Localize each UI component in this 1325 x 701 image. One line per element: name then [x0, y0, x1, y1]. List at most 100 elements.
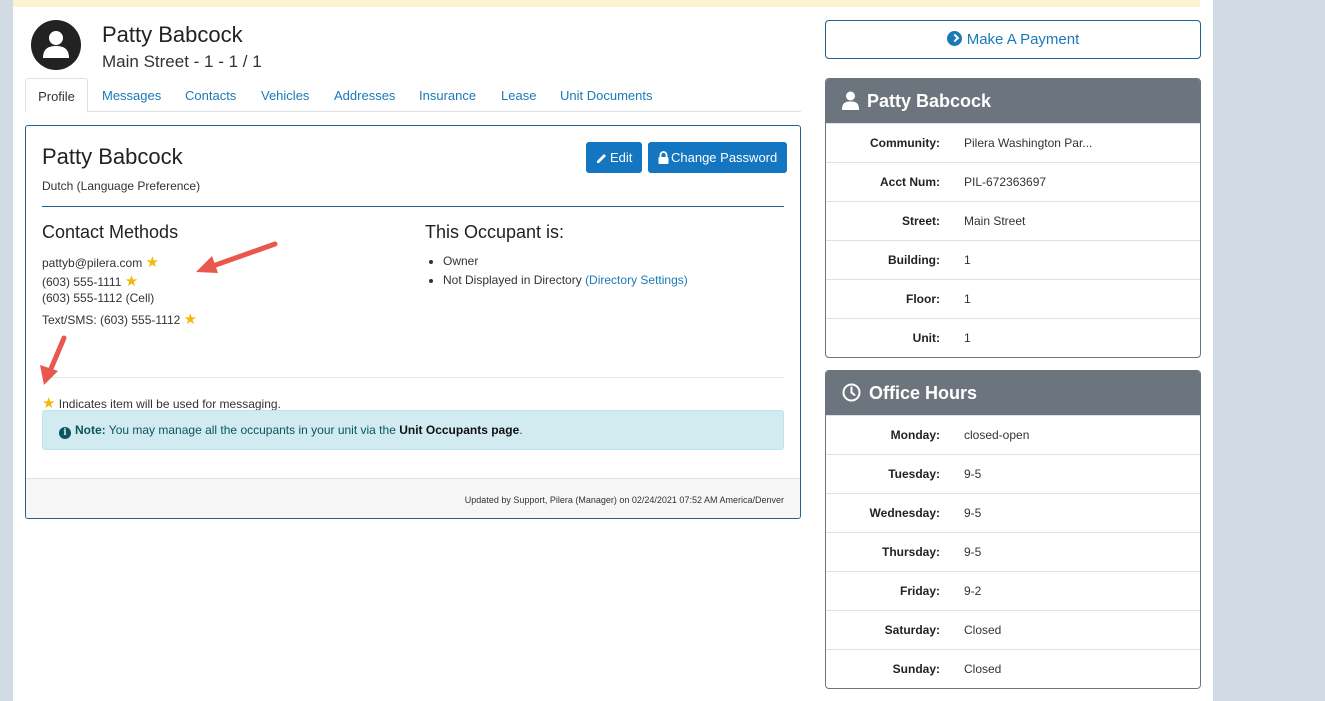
occupant-status-list: Owner Not Displayed in Directory (Direct…: [429, 254, 688, 292]
tab-insurance[interactable]: Insurance: [419, 78, 476, 112]
edit-button[interactable]: Edit: [586, 142, 643, 173]
info-note: i Note: You may manage all the occupants …: [42, 410, 784, 450]
contact-methods-title: Contact Methods: [42, 222, 179, 242]
row-value: Main Street: [964, 214, 1026, 228]
list-item: Owner: [443, 254, 688, 273]
make-payment-button[interactable]: Make A Payment: [825, 20, 1201, 59]
account-row-building: Building: 1: [826, 240, 1200, 279]
hours-row-wednesday: Wednesday: 9-5: [826, 493, 1200, 532]
row-value: 1: [964, 292, 971, 306]
office-hours-title: Office Hours: [869, 383, 978, 403]
contact-sms: Text/SMS: (603) 555-1112 ★: [42, 310, 197, 328]
tab-unit-documents[interactable]: Unit Documents: [560, 78, 652, 112]
contact-text: Text/SMS: (603) 555-1112: [42, 313, 181, 327]
account-row-unit: Unit: 1: [826, 318, 1200, 357]
note-text: You may manage all the occupants in your…: [108, 423, 396, 437]
profile-card: Patty Babcock Dutch (Language Preference…: [25, 125, 801, 519]
user-icon: [43, 31, 69, 58]
row-value: 1: [964, 253, 971, 267]
star-icon: ★: [145, 254, 160, 271]
contact-phone: (603) 555-1111 ★: [42, 272, 138, 290]
row-label: Community:: [870, 136, 940, 150]
divider: [42, 206, 784, 207]
hours-row-thursday: Thursday: 9-5: [826, 532, 1200, 571]
contact-text: (603) 555-1111: [42, 275, 122, 289]
hours-row-monday: Monday: closed-open: [826, 415, 1200, 454]
tab-contacts[interactable]: Contacts: [185, 78, 236, 112]
hours-row-saturday: Saturday: Closed: [826, 610, 1200, 649]
account-panel-header: Patty Babcock: [826, 79, 1200, 123]
contact-cell: (603) 555-1112 (Cell): [42, 291, 154, 305]
pencil-icon: [597, 154, 606, 163]
row-value: Closed: [964, 623, 1002, 637]
edit-button-label: Edit: [610, 150, 633, 165]
row-label: Thursday:: [881, 545, 940, 559]
account-panel: Patty Babcock Community: Pilera Washingto…: [825, 78, 1201, 358]
change-password-button[interactable]: Change Password: [648, 142, 788, 173]
row-value: 9-5: [964, 545, 982, 559]
row-label: Floor:: [906, 292, 940, 306]
divider: [42, 377, 784, 378]
account-row-acct-num: Acct Num: PIL-672363697: [826, 162, 1200, 201]
profile-name: Patty Babcock: [42, 144, 183, 169]
row-value: 9-2: [964, 584, 982, 598]
contact-email: pattyb@pilera.com ★: [42, 253, 159, 271]
office-hours-header: Office Hours: [826, 371, 1200, 415]
account-row-street: Street: Main Street: [826, 201, 1200, 240]
tab-messages[interactable]: Messages: [102, 78, 161, 112]
legend-text: Indicates item will be used for messagin…: [58, 397, 281, 411]
row-label: Acct Num:: [879, 175, 940, 189]
account-row-community: Community: Pilera Washington Par...: [826, 123, 1200, 162]
row-label: Street:: [901, 214, 940, 228]
occupant-status-title: This Occupant is:: [425, 222, 565, 242]
lock-icon: [658, 151, 669, 164]
row-value: 9-5: [964, 506, 982, 520]
row-value: 9-5: [964, 467, 982, 481]
row-value: Closed: [964, 662, 1002, 676]
tab-vehicles[interactable]: Vehicles: [261, 78, 309, 112]
note-end: .: [519, 423, 523, 437]
contact-text: (603) 555-1112 (Cell): [42, 291, 155, 305]
star-icon: ★: [183, 311, 198, 328]
row-value: 1: [964, 331, 971, 345]
office-hours-panel: Office Hours Monday: closed-open Tuesday:…: [825, 370, 1201, 689]
updated-footer: Updated by Support, Pilera (Manager) on …: [26, 478, 800, 518]
row-label: Building:: [888, 253, 940, 267]
user-icon: [842, 91, 859, 110]
row-value: closed-open: [964, 428, 1030, 442]
unit-subtitle: Main Street - 1 - 1 / 1: [102, 52, 262, 71]
account-row-floor: Floor: 1: [826, 279, 1200, 318]
star-icon: ★: [124, 273, 139, 290]
chevron-right-circle-icon: [946, 31, 962, 46]
avatar: [31, 20, 81, 70]
tab-lease[interactable]: Lease: [501, 78, 536, 112]
list-item: Not Displayed in Directory (Directory Se…: [443, 273, 688, 292]
contact-text: pattyb@pilera.com: [42, 256, 143, 270]
language-preference: Dutch (Language Preference): [42, 179, 201, 193]
row-label: Unit:: [912, 331, 940, 345]
row-value: PIL-672363697: [964, 175, 1047, 189]
tab-profile[interactable]: Profile: [25, 78, 88, 113]
account-panel-title: Patty Babcock: [867, 91, 992, 111]
row-label: Monday:: [890, 428, 940, 442]
page-title: Patty Babcock: [102, 22, 243, 47]
row-label: Friday:: [899, 584, 940, 598]
list-item-text: Not Displayed in Directory: [443, 273, 582, 287]
row-label: Wednesday:: [869, 506, 940, 520]
unit-occupants-link[interactable]: Unit Occupants page: [399, 423, 519, 437]
directory-settings-link[interactable]: (Directory Settings): [585, 273, 688, 287]
profile-tabs: Profile Messages Contacts Vehicles Addre…: [25, 78, 801, 113]
info-icon: i: [59, 427, 71, 439]
row-label: Sunday:: [892, 662, 940, 676]
clock-icon: [842, 383, 861, 402]
row-label: Saturday:: [884, 623, 940, 637]
hours-row-tuesday: Tuesday: 9-5: [826, 454, 1200, 493]
hours-row-friday: Friday: 9-2: [826, 571, 1200, 610]
tab-addresses[interactable]: Addresses: [334, 78, 395, 112]
hours-row-sunday: Sunday: Closed: [826, 649, 1200, 688]
change-password-label: Change Password: [671, 150, 778, 165]
make-payment-label: Make A Payment: [966, 31, 1080, 48]
row-value: Pilera Washington Par...: [964, 136, 1093, 150]
row-label: Tuesday:: [888, 467, 940, 481]
note-label: Note:: [75, 423, 106, 437]
